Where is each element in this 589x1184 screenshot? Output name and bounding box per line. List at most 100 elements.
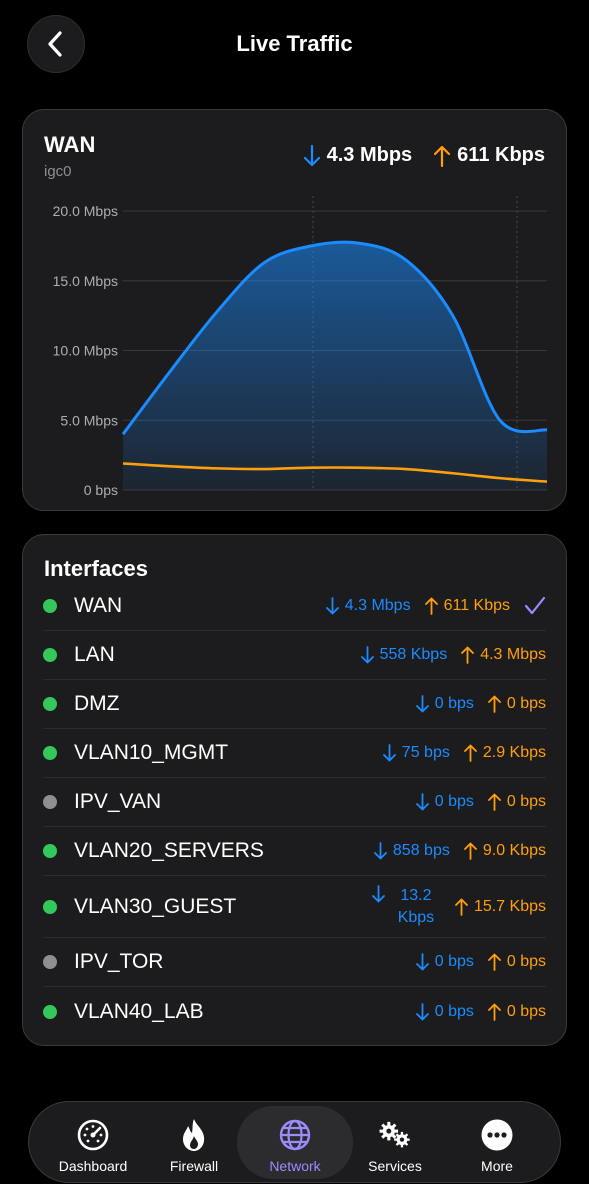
status-dot <box>43 746 57 760</box>
interfaces-card: Interfaces WAN 4.3 Mbps 611 Kbps LAN 558 Kbp… <box>22 534 567 1046</box>
interface-row[interactable]: VLAN10_MGMT 75 bps 2.9 Kbps <box>43 729 546 778</box>
y-tick-label: 20.0 Mbps <box>53 203 118 219</box>
tab-services[interactable]: Services <box>337 1106 453 1179</box>
interface-upload: 611 Kbps <box>443 597 510 614</box>
interface-upload-rate: 4.3 Mbps <box>461 646 546 664</box>
y-tick-label: 0 bps <box>84 482 118 498</box>
interface-rates: 0 bps 0 bps <box>415 1002 546 1021</box>
interface-download-rate: 75 bps <box>382 744 450 762</box>
arrow-down-icon <box>325 597 339 615</box>
interface-upload: 0 bps <box>506 793 546 810</box>
interface-upload: 0 bps <box>506 953 546 970</box>
interface-download: 0 bps <box>434 793 474 810</box>
interface-name: VLAN20_SERVERS <box>74 839 264 862</box>
globe-icon <box>279 1119 311 1151</box>
interface-download: 4.3 Mbps <box>344 597 411 614</box>
more-icon <box>481 1119 513 1151</box>
interface-download-rate: 858 bps <box>374 842 450 860</box>
status-dot <box>43 1004 57 1019</box>
interface-upload-rate: 2.9 Kbps <box>463 744 546 762</box>
tab-more[interactable]: More <box>439 1106 555 1179</box>
interface-upload-rate: 15.7 Kbps <box>455 898 546 916</box>
tab-bar: Dashboard Firewall Network Services More <box>28 1101 561 1183</box>
arrow-down-icon <box>415 695 429 713</box>
interface-download-rate: 0 bps <box>415 695 474 713</box>
status-dot <box>43 599 57 613</box>
arrow-up-icon <box>461 646 475 664</box>
arrow-up-icon <box>487 953 501 971</box>
interfaces-title: Interfaces <box>44 556 148 581</box>
arrow-down-icon <box>374 842 387 860</box>
interface-download-rate: 13.2 Kbps <box>372 884 441 929</box>
tab-label-network: Network <box>269 1158 321 1174</box>
status-dot <box>43 795 57 809</box>
interface-upload: 9.0 Kbps <box>482 842 546 859</box>
interface-upload-rate: 0 bps <box>487 1003 546 1021</box>
interface-rates: 858 bps 9.0 Kbps <box>374 842 546 860</box>
interface-download: 0 bps <box>434 695 474 712</box>
interface-upload: 4.3 Mbps <box>480 646 546 663</box>
interface-download-rate: 558 Kbps <box>360 646 448 664</box>
status-dot <box>43 648 57 662</box>
arrow-down-icon <box>372 884 385 902</box>
arrow-down-icon <box>415 953 429 971</box>
interface-download: 558 Kbps <box>379 646 448 663</box>
download-area <box>123 242 547 490</box>
arrow-up-icon <box>455 898 468 916</box>
interface-row[interactable]: VLAN30_GUEST 13.2 Kbps 15.7 Kbps <box>43 876 546 938</box>
interface-upload: 2.9 Kbps <box>482 744 546 761</box>
tab-label-more: More <box>481 1158 513 1174</box>
wan-traffic-chart: 20.0 Mbps 15.0 Mbps 10.0 Mbps 5.0 Mbps 0 bps <box>53 196 548 498</box>
interface-row[interactable]: VLAN20_SERVERS 858 bps 9.0 Kbps <box>43 827 546 876</box>
interface-row[interactable]: WAN 4.3 Mbps 611 Kbps <box>43 582 546 631</box>
interface-upload-rate: 0 bps <box>487 793 546 811</box>
interface-name: LAN <box>74 643 115 666</box>
y-tick-label: 15.0 Mbps <box>53 273 118 289</box>
interface-rates: 13.2 Kbps 15.7 Kbps <box>372 884 546 929</box>
interface-rates: 4.3 Mbps 611 Kbps <box>325 596 546 616</box>
interface-download: 75 bps <box>401 744 450 761</box>
page-title: Live Traffic <box>236 31 353 56</box>
interface-name: IPV_TOR <box>74 950 164 973</box>
interface-download-rate: 4.3 Mbps <box>325 597 411 615</box>
status-dot <box>43 955 57 969</box>
y-tick-label: 10.0 Mbps <box>53 343 118 359</box>
interface-row[interactable]: VLAN40_LAB 0 bps 0 bps <box>43 987 546 1036</box>
interface-upload-rate: 0 bps <box>487 695 546 713</box>
interface-name: WAN <box>74 594 123 617</box>
interface-name: VLAN10_MGMT <box>74 741 229 764</box>
arrow-down-icon <box>360 646 374 664</box>
arrow-up-icon <box>487 695 501 713</box>
y-tick-label: 5.0 Mbps <box>60 412 118 428</box>
tab-label-firewall: Firewall <box>169 1158 219 1174</box>
interface-download: 0 bps <box>434 953 474 970</box>
interface-upload: 15.7 Kbps <box>473 897 546 915</box>
interface-row[interactable]: IPV_VAN 0 bps 0 bps <box>43 778 546 827</box>
arrow-up-icon <box>424 597 438 615</box>
tab-network[interactable]: Network <box>237 1106 353 1179</box>
interface-name: DMZ <box>74 692 120 715</box>
interface-row[interactable]: IPV_TOR 0 bps 0 bps <box>43 938 546 987</box>
interface-row[interactable]: DMZ 0 bps 0 bps <box>43 680 546 729</box>
interface-download-rate: 0 bps <box>415 1002 474 1021</box>
tab-firewall[interactable]: Firewall <box>136 1106 252 1179</box>
interfaces-list: WAN 4.3 Mbps 611 Kbps LAN 558 Kbps 4.3 Mbps DM… <box>23 582 566 1036</box>
interface-row[interactable]: LAN 558 Kbps 4.3 Mbps <box>43 631 546 680</box>
interface-name: VLAN40_LAB <box>74 999 204 1023</box>
arrow-down-icon <box>415 1002 429 1020</box>
checkmark-icon <box>524 596 546 616</box>
arrow-up-icon <box>487 793 501 811</box>
status-dot <box>43 844 57 858</box>
interface-name: VLAN30_GUEST <box>74 894 237 918</box>
arrow-up-icon <box>463 744 477 762</box>
status-dot <box>43 697 57 711</box>
interface-download: 858 bps <box>392 842 450 859</box>
arrow-up-icon <box>463 842 477 860</box>
interface-upload-rate: 0 bps <box>487 953 546 971</box>
gauge-icon <box>77 1119 109 1151</box>
interface-upload: 0 bps <box>506 695 546 712</box>
tab-dashboard[interactable]: Dashboard <box>35 1106 151 1179</box>
wan-traffic-card: WAN igc0 4.3 Mbps 611 Kbps 20.0 Mbps15. <box>22 109 567 511</box>
interface-upload-rate: 9.0 Kbps <box>463 842 546 860</box>
interface-download: 13.2 Kbps <box>397 886 435 926</box>
